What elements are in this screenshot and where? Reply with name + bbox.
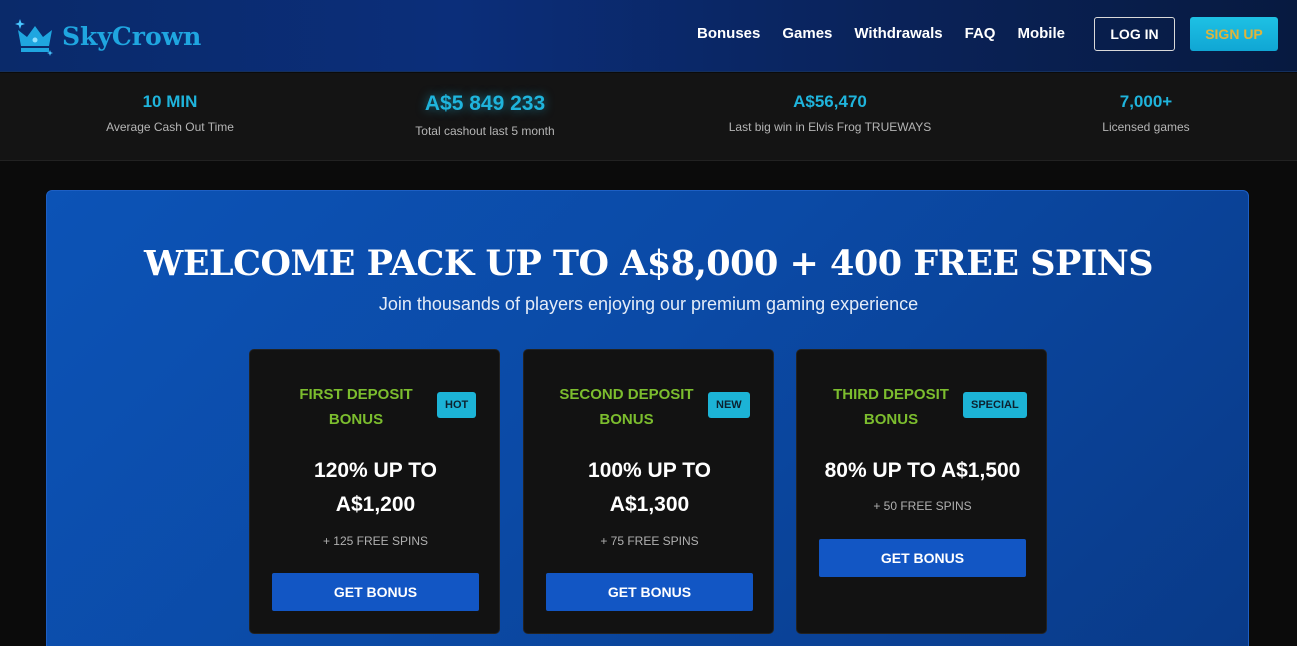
stat-label: Average Cash Out Time [106,120,234,134]
stat-cashout-time: 10 MIN Average Cash Out Time [70,73,270,161]
stat-label: Licensed games [1102,120,1190,134]
logo[interactable]: SkyCrown [14,14,201,58]
signup-button[interactable]: SIGN UP [1190,17,1278,51]
get-bonus-button[interactable]: GET BONUS [819,539,1026,577]
card-spins: + 75 FREE SPINS [600,534,699,548]
get-bonus-button[interactable]: GET BONUS [546,573,753,611]
stat-label: Last big win in Elvis Frog TRUEWAYS [728,120,932,134]
nav-games[interactable]: Games [782,24,832,44]
card-title: FIRST DEPOSIT BONUS [299,386,413,428]
badge-new: NEW [708,392,750,418]
stat-value: A$56,470 [793,92,867,111]
card-spins: + 125 FREE SPINS [322,534,429,548]
card-header: THIRD DEPOSIT BONUS SPECIAL [797,382,1048,434]
nav-bonuses[interactable]: Bonuses [697,24,760,44]
crown-icon [15,19,53,56]
stat-value: A$5 849 233 [424,92,546,115]
bonus-card-first: FIRST DEPOSIT BONUS HOT 120% UP TO A$1,2… [249,349,500,634]
bonus-card-second: SECOND DEPOSIT BONUS NEW 100% UP TO A$1,… [523,349,774,634]
card-spins: + 50 FREE SPINS [873,499,972,513]
welcome-pack-panel: WELCOME PACK UP TO A$8,000 + 400 FREE SP… [46,190,1249,646]
card-amount: 120% UP TO A$1,200 [314,459,437,516]
card-header: SECOND DEPOSIT BONUS NEW [524,382,775,434]
site-header: SkyCrown Bonuses Games Withdrawals FAQ M… [0,0,1297,72]
card-title: THIRD DEPOSIT BONUS [833,386,949,428]
stat-value: 10 MIN [142,92,198,111]
stat-big-win: A$56,470 Last big win in Elvis Frog TRUE… [700,73,960,161]
nav-withdrawals[interactable]: Withdrawals [854,24,942,44]
stat-value: 7,000+ [1119,92,1173,111]
card-amount: 100% UP TO A$1,300 [588,459,711,516]
card-header: FIRST DEPOSIT BONUS HOT [250,382,501,434]
hero-subtitle: Join thousands of players enjoying our p… [378,294,919,314]
logo-text: SkyCrown [62,21,202,51]
card-title: SECOND DEPOSIT BONUS [559,386,694,428]
card-amount: 80% UP TO A$1,500 [824,459,1021,482]
main-nav: Bonuses Games Withdrawals FAQ Mobile [697,24,1087,44]
login-button[interactable]: LOG IN [1094,17,1175,51]
stat-total-cashout: A$5 849 233 Total cashout last 5 month [365,73,605,161]
get-bonus-button[interactable]: GET BONUS [272,573,479,611]
bonus-card-third: THIRD DEPOSIT BONUS SPECIAL 80% UP TO A$… [796,349,1047,634]
stats-bar: 10 MIN Average Cash Out Time A$5 849 233… [0,73,1297,161]
nav-mobile[interactable]: Mobile [1017,24,1065,44]
hero-title: WELCOME PACK UP TO A$8,000 + 400 FREE SP… [144,243,1153,284]
badge-hot: HOT [437,392,477,418]
badge-special: SPECIAL [963,392,1027,418]
stat-label: Total cashout last 5 month [415,124,555,138]
stat-licensed-games: 7,000+ Licensed games [1046,73,1246,161]
nav-faq[interactable]: FAQ [965,24,996,44]
